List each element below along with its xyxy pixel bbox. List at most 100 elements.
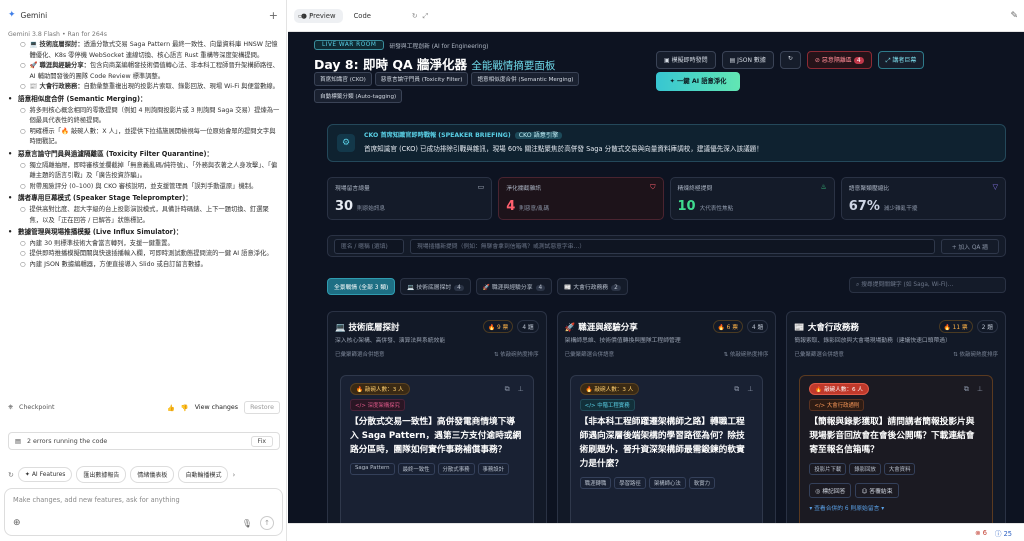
reload-icon[interactable]: ↻ bbox=[412, 12, 418, 20]
error-count-value: 6 bbox=[982, 528, 987, 537]
stat-value: 10 bbox=[677, 199, 696, 214]
fullscreen-icon[interactable]: ⤢ bbox=[423, 12, 428, 21]
feature-tags: 首席知識官 (CKO) 惡意言論守門員 (Toxicity Filter) 語意… bbox=[314, 72, 584, 103]
thumbs-down-icon[interactable]: 👎 bbox=[181, 404, 189, 412]
error-banner: ▤ 2 errors running the code Fix bbox=[8, 432, 280, 450]
filter-all[interactable]: 全景戰情 (全部 3 類) bbox=[327, 278, 396, 295]
view-changes-button[interactable]: View changes bbox=[195, 404, 238, 411]
bullet-heading: 講者專用巨幕模式 (Speaker Stage Teleprompter)： bbox=[18, 194, 192, 203]
search-input[interactable]: ⌕ 搜尋提問關鍵字 (如 Saga, Wi-Fi)… bbox=[849, 277, 1006, 293]
filter-label: 💻 技術底層探討 bbox=[407, 285, 452, 291]
filter-admin[interactable]: 📰 大會行政務務 2 bbox=[557, 278, 628, 295]
category-tag: </> 中階工程實務 bbox=[579, 399, 635, 411]
chip-carousel[interactable]: 自動輪播模式 bbox=[178, 466, 229, 483]
pin-icon[interactable]: ⊥ bbox=[977, 385, 983, 393]
stat-unit: 則原始訊息 bbox=[357, 206, 386, 212]
bullet-text: 📰 大會行政務務：自動彙整重複出現的投影片索取、錄影回放、現場 Wi-Fi 與便… bbox=[30, 82, 279, 93]
chip-sentiment[interactable]: 情緒儀表板 bbox=[130, 466, 175, 483]
fix-button[interactable]: Fix bbox=[250, 435, 273, 447]
keyword-tag: 最終一致性 bbox=[397, 463, 435, 475]
edit-icon[interactable]: ✎ bbox=[1010, 11, 1018, 21]
checkpoint-row: ⎈ Checkpoint 👍 👎 View changes Restore bbox=[8, 401, 280, 414]
mic-icon[interactable]: 🎙 bbox=[242, 519, 252, 528]
tag-autotag: 自動標籤分類 (Auto-tagging) bbox=[314, 89, 403, 103]
device-icon[interactable]: ▭ bbox=[298, 12, 304, 20]
pin-icon[interactable]: ⊥ bbox=[747, 385, 753, 393]
copy-icon[interactable]: ⧉ bbox=[964, 385, 969, 394]
stat-value: 67% bbox=[848, 199, 880, 214]
bullet-text: 數據管理與現場推播模擬 (Live Influx Simulator)： bbox=[18, 227, 182, 238]
filter-career[interactable]: 🚀 職涯與經驗分享 4 bbox=[475, 278, 553, 295]
info-count[interactable]: ⓘ 25 bbox=[995, 528, 1012, 538]
stats-row: 現場留言總量 ▭ 30 則原始訊息 淨化攔截雜訊 ⛉ 4 則惡意/亂碼 精煉終極提問 ♨ 10 大… bbox=[327, 177, 1006, 220]
bullet-item: ○ 內建 JSON 數據編輯器，方便直接導入 Slido 或自訂留言數據。 bbox=[8, 260, 280, 271]
keyword-tag: 分散式事務 bbox=[437, 463, 475, 475]
stat-value: 4 bbox=[506, 199, 516, 214]
chip-ai-features[interactable]: ✦ AI Features bbox=[17, 467, 73, 482]
question-card[interactable]: 🔥 敲碗人數：6 人 ⧉ ⊥ </> 大會行政通則 【簡報與錄影獲取】請問講者簡報投… bbox=[799, 375, 994, 523]
checkpoint-label: Checkpoint bbox=[19, 404, 55, 411]
question-input[interactable]: 現場插播新提問（例如：無聊會拿到信箱嗎？或測試惡意字串…） bbox=[410, 238, 935, 254]
json-button[interactable]: ▤ JSON 數據 bbox=[721, 51, 774, 69]
sort-toggle[interactable]: ⇅ 依敲碗熱度排序 bbox=[494, 350, 539, 358]
restore-button[interactable]: Restore bbox=[244, 401, 280, 414]
bullet-body: 提供即時推播模擬開關與快速插播輸入欄，可即時測試動態提問流的一鍵 AI 語意淨化… bbox=[29, 250, 273, 258]
chip-export[interactable]: 匯出數據報告 bbox=[76, 466, 127, 483]
sort-toggle[interactable]: ⇅ 依敲碗熱度排序 bbox=[953, 350, 998, 358]
pin-icon[interactable]: ⊥ bbox=[518, 385, 524, 393]
bullet-text: 惡意言論守門員與過濾隔離區 (Toxicity Filter Quarantin… bbox=[18, 149, 213, 160]
category-filters: 全景戰情 (全部 3 類) 💻 技術底層探討 4 🚀 職涯與經驗分享 4 📰 大會行… bbox=[327, 278, 628, 295]
send-button[interactable]: ↑ bbox=[260, 516, 274, 530]
refresh-icon[interactable]: ↻ bbox=[8, 471, 14, 479]
add-qa-button[interactable]: + 加入 QA 牆 bbox=[940, 238, 999, 254]
stat-unit: 減少雜亂干擾 bbox=[883, 206, 918, 212]
bullet-text: 內建 30 則標準技術大會當言轉列，支援一鍵重置。 bbox=[30, 239, 174, 250]
answer-done-button[interactable]: ☺ 答覆結束 bbox=[855, 483, 899, 498]
purify-button[interactable]: ✦ 一鍵 AI 語意淨化 bbox=[656, 72, 740, 91]
settings-icon[interactable]: ⊕ bbox=[13, 518, 21, 528]
keyword-tag: Saga Pattern bbox=[350, 463, 395, 475]
question-count: 4 題 bbox=[517, 320, 539, 333]
error-count[interactable]: ⊗ 6 bbox=[975, 529, 987, 537]
title-text: Day 8: 即時 QA 牆淨化器 bbox=[314, 57, 467, 72]
column-desc: 架構師思維、技術價值轉換與團隊工程師管理 bbox=[564, 338, 681, 344]
chevron-right-icon[interactable]: › bbox=[232, 471, 235, 479]
stat-label: 淨化攔截雜訊 bbox=[506, 186, 542, 192]
chat-header: ✦ Gemini + bbox=[0, 0, 286, 30]
expand-merged-link[interactable]: ▾ 查看合併的 6 則原始留言 ▾ bbox=[809, 503, 983, 512]
question-card[interactable]: 🔥 敲碗人數：3 人 ⧉ ⊥ </> 深度架構探究 【分散式交易一致性】高併發電商情… bbox=[340, 375, 534, 523]
keyword-tag: 職涯轉職 bbox=[579, 477, 612, 489]
bullet-heading: 📰 大會行政務務： bbox=[29, 83, 84, 91]
track-label: 研發與工程創新 (AI for Engineering) bbox=[389, 43, 489, 50]
filter-tech[interactable]: 💻 技術底層探討 4 bbox=[400, 278, 471, 295]
merge-note: 已彙聚篩選合併語意 bbox=[794, 352, 844, 358]
bullet-item: ○ 提供高對比度、超大字級的台上投影演說模式，具備計時碼錶、上下一題切換、釘選聚焦… bbox=[8, 205, 280, 226]
tag-cko: 首席知識官 (CKO) bbox=[314, 72, 372, 86]
search-placeholder: 搜尋提問關鍵字 (如 Saga, Wi-Fi)… bbox=[861, 282, 954, 288]
bullet-marker: ○ bbox=[20, 161, 26, 169]
column-title: 📰 大會行政務務 bbox=[794, 322, 859, 333]
copy-icon[interactable]: ⧉ bbox=[734, 385, 739, 394]
new-chat-button[interactable]: + bbox=[269, 9, 278, 22]
mark-answered-button[interactable]: ◎ 標記回答 bbox=[809, 483, 852, 498]
name-input[interactable]: 匿名 / 暱稱 (選填) bbox=[334, 238, 404, 254]
thumbs-up-icon[interactable]: 👍 bbox=[167, 404, 175, 412]
reset-button[interactable]: ↻ bbox=[779, 51, 801, 69]
status-bar: ⊗ 6 ⓘ 25 bbox=[288, 523, 1024, 541]
prompt-placeholder: Make changes, add new features, ask for … bbox=[13, 496, 180, 504]
copy-icon[interactable]: ⧉ bbox=[505, 385, 510, 394]
question-text: 【簡報與錄影獲取】請問講者簡報投影片與現場影音回放會在會後公開嗎？下載連結會寄至… bbox=[809, 417, 975, 455]
simulate-button[interactable]: ▣ 模擬即時發問 bbox=[656, 51, 716, 69]
stage-button[interactable]: ⤢ 講者巨幕 bbox=[877, 51, 925, 69]
quarantine-button[interactable]: ⊘ 惡意隔離區 4 bbox=[806, 51, 872, 69]
keyword-tag: 大會資料 bbox=[883, 463, 916, 475]
stat-label: 語意聚類壓縮比 bbox=[848, 186, 890, 192]
prompt-input[interactable]: Make changes, add new features, ask for … bbox=[4, 488, 283, 536]
question-card[interactable]: 🔥 敲碗人數：3 人 ⧉ ⊥ </> 中階工程實務 【非本科工程師躍遷架構師之路】轉… bbox=[569, 375, 764, 523]
stat-refined: 精煉終極提問 ♨ 10 大代表性焦點 bbox=[669, 177, 835, 220]
cko-briefing: ⚙ CKO 首席知識官即時戰報 (SPEAKER BRIEFING) CKO 語意… bbox=[327, 124, 1006, 162]
url-bar[interactable]: ▭ / ↻ ⤢ bbox=[298, 8, 428, 24]
bullet-item: ○ 內建 30 則標準技術大會當言轉列，支援一鍵重置。 bbox=[8, 239, 280, 250]
question-columns: 💻 技術底層探討 🔥 9 票4 題 深入核心架構、高併發、演算法與系統效能 已彙聚… bbox=[327, 311, 1007, 523]
sort-toggle[interactable]: ⇅ 依敲碗熱度排序 bbox=[723, 350, 768, 358]
